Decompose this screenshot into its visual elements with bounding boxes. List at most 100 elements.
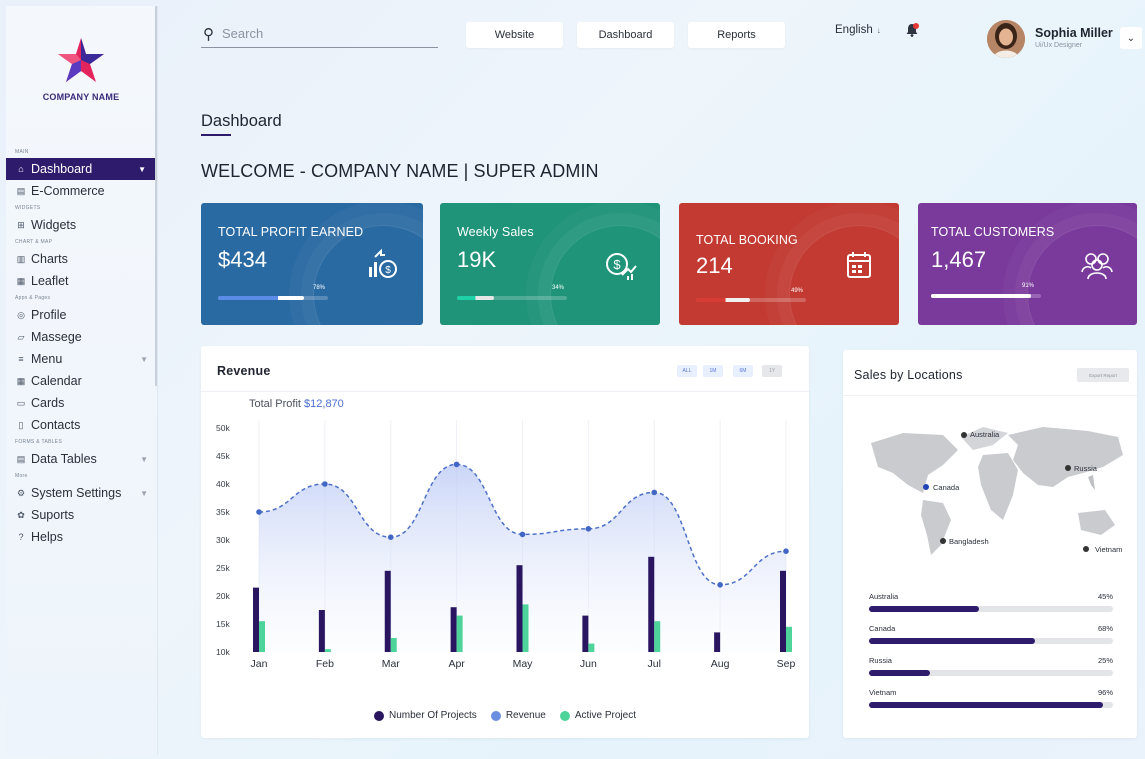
stat-progress-fill: [696, 298, 750, 302]
stat-value: 19K: [457, 247, 497, 272]
stat-progress-bar: [218, 296, 328, 300]
legend-item[interactable]: Active Project: [559, 710, 636, 721]
sidebar-item-contacts[interactable]: ▯ Contacts: [6, 414, 158, 436]
logo[interactable]: COMPANY NAME: [6, 36, 156, 102]
contacts-icon: ▯: [18, 419, 24, 430]
revenue-area: [259, 464, 786, 652]
sidebar-item-calendar[interactable]: ▦ Calendar: [6, 370, 158, 392]
sidebar-item-leaflet[interactable]: ▦ Leaflet: [6, 270, 158, 292]
chart-icon: ▥: [16, 253, 26, 264]
x-tick-label: Jun: [580, 658, 597, 670]
search-icon[interactable]: ⚲: [203, 25, 214, 43]
legend-item[interactable]: Number Of Projects: [374, 710, 477, 721]
search-input[interactable]: [222, 26, 422, 41]
range-all-button[interactable]: ALL: [677, 365, 697, 377]
sidebar-item-massege[interactable]: ▱ Massege: [6, 326, 158, 348]
help-icon: ?: [18, 532, 24, 542]
revenue-point: [585, 526, 592, 532]
sidebar-item-label: Profile: [31, 308, 67, 322]
caret-down-icon: ▼: [140, 454, 148, 464]
range-1y-button[interactable]: 1Y: [762, 365, 782, 377]
active-project-bar: [654, 621, 661, 652]
stat-progress-bar: [931, 294, 1041, 298]
profile-icon: ◎: [17, 309, 25, 320]
caret-down-icon: ▼: [138, 164, 146, 174]
sidebar-item-menu[interactable]: ≡ Menu ▼: [6, 348, 158, 370]
sidebar-item-suports[interactable]: ✿ Suports: [6, 504, 158, 526]
total-profit-value: $12,870: [304, 398, 344, 410]
projects-bar: [648, 556, 655, 652]
map-marker[interactable]: [1083, 546, 1089, 552]
sidebar-item-profile[interactable]: ◎ Profile: [6, 304, 158, 326]
language-selector[interactable]: English ↓: [835, 24, 881, 36]
sidebar-item-label: Suports: [31, 508, 75, 522]
export-report-button[interactable]: Export Report: [1077, 368, 1129, 382]
sidebar-item-label: E-Commerce: [31, 184, 105, 198]
sidebar-item-label: System Settings: [31, 486, 122, 500]
sidebar-item-ecommerce[interactable]: ▤ E-Commerce: [6, 180, 158, 202]
map-marker[interactable]: [923, 484, 929, 490]
stat-value: 1,467: [931, 247, 987, 272]
search-bar: ⚲: [201, 20, 438, 48]
stat-card-total-customers[interactable]: TOTAL CUSTOMERS 1,467 91%: [918, 203, 1137, 325]
projects-bar: [516, 565, 523, 652]
grid-icon: ⊞: [17, 219, 25, 230]
map-marker[interactable]: [940, 538, 946, 544]
legend-item[interactable]: Revenue: [490, 710, 546, 721]
stat-label: TOTAL BOOKING: [696, 233, 798, 247]
sidebar-item-data-tables[interactable]: ▤ Data Tables ▼: [6, 448, 158, 470]
location-progress-track: [869, 702, 1113, 708]
user-menu-toggle[interactable]: ⌄: [1120, 27, 1142, 49]
section-label-main: MAIN: [15, 149, 29, 155]
sidebar-item-widgets[interactable]: ⊞ Widgets: [6, 214, 158, 236]
notification-bell-icon[interactable]: [904, 22, 920, 38]
page-title: Dashboard: [201, 112, 282, 130]
locations-title: Sales by Locations: [854, 368, 963, 382]
sidebar-item-helps[interactable]: ? Helps: [6, 526, 158, 548]
revenue-panel: Revenue ALL 1M 6M 1Y Total Profit $12,87…: [201, 346, 809, 738]
stat-card-total-booking[interactable]: TOTAL BOOKING 214 49%: [679, 203, 899, 325]
stat-card-weekly-sales[interactable]: Weekly Sales 19K 34% $: [440, 203, 660, 325]
sidebar-item-label: Calendar: [31, 374, 82, 388]
revenue-point: [519, 531, 526, 538]
website-button[interactable]: Website: [466, 22, 563, 48]
avatar[interactable]: [987, 20, 1025, 58]
sidebar-item-system-settings[interactable]: ⚙ System Settings ▼: [6, 482, 158, 504]
company-name: COMPANY NAME: [42, 92, 120, 102]
map-marker[interactable]: [1065, 465, 1071, 471]
stat-percent: 49%: [791, 288, 804, 294]
legend-dot: [490, 710, 501, 721]
y-tick-label: 20k: [216, 591, 230, 601]
revenue-point: [651, 489, 658, 496]
panel-divider: [843, 395, 1137, 396]
sidebar-scrollbar[interactable]: [155, 6, 157, 386]
location-progress-fill: [869, 702, 1104, 708]
location-percent: 68%: [1097, 624, 1113, 633]
support-icon: ✿: [17, 509, 25, 520]
sidebar-item-charts[interactable]: ▥ Charts: [6, 248, 158, 270]
stat-card-total-profit[interactable]: TOTAL PROFIT EARNED $434 78% $: [201, 203, 423, 325]
sidebar: COMPANY NAME MAIN ⌂ Dashboard ▼ ▤ E-Comm…: [6, 6, 158, 755]
location-percent: 96%: [1097, 688, 1113, 697]
sidebar-item-dashboard[interactable]: ⌂ Dashboard ▼: [6, 158, 156, 180]
map-marker[interactable]: [961, 432, 967, 438]
reports-button[interactable]: Reports: [688, 22, 785, 48]
sidebar-item-cards[interactable]: ▭ Cards: [6, 392, 158, 414]
page-title-underline: [201, 134, 231, 136]
range-1m-button[interactable]: 1M: [703, 365, 723, 377]
sidebar-item-label: Data Tables: [31, 452, 97, 466]
section-label-forms-tables: FORMS & TABLES: [15, 439, 63, 445]
range-6m-button[interactable]: 6M: [733, 365, 753, 377]
y-tick-label: 30k: [216, 535, 230, 545]
user-role: Ui/Ux Designer: [1035, 42, 1083, 49]
table-icon: ▤: [16, 453, 26, 464]
section-label-widgets: WIDGETS: [15, 205, 41, 211]
total-profit-label: Total Profit: [249, 398, 301, 410]
logo-star-icon: [58, 38, 104, 82]
active-project-bar: [522, 604, 529, 652]
location-percent: 25%: [1097, 656, 1113, 665]
sidebar-item-label: Helps: [31, 530, 63, 544]
stat-progress-fill: [931, 294, 1032, 298]
chart-dollar-icon: $: [369, 248, 397, 278]
dashboard-button[interactable]: Dashboard: [577, 22, 674, 48]
